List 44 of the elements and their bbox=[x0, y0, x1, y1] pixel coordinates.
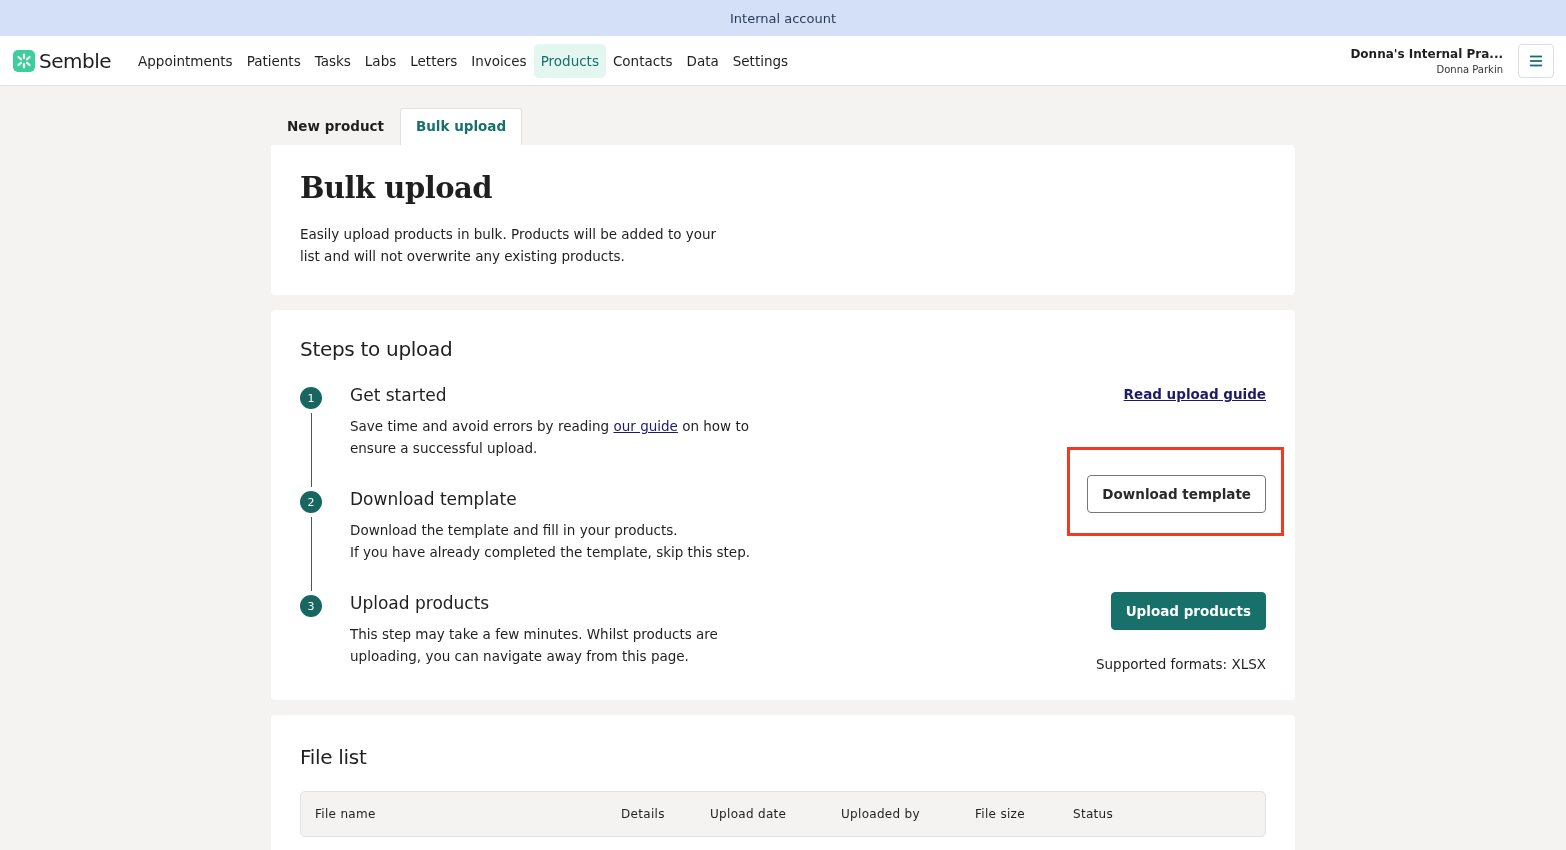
tab[interactable]: Bulk upload bbox=[399, 108, 523, 145]
column-header: Details bbox=[621, 807, 666, 821]
download-button[interactable]: Download template bbox=[1087, 475, 1266, 513]
guide-link[interactable]: our guide bbox=[613, 418, 678, 434]
menu-button[interactable] bbox=[1518, 43, 1554, 78]
nav-link[interactable]: Settings bbox=[725, 43, 796, 78]
step-number: 2 bbox=[300, 491, 322, 513]
nav-link[interactable]: Letters bbox=[403, 43, 465, 78]
brand-name: Semble bbox=[39, 48, 112, 73]
column-header: Uploaded by bbox=[841, 807, 921, 821]
nav-link[interactable]: Tasks bbox=[307, 43, 358, 78]
column-header: Upload date bbox=[710, 807, 788, 821]
banner-text: Internal account bbox=[730, 10, 836, 26]
tab[interactable]: New product bbox=[271, 108, 400, 145]
column-header: File name bbox=[315, 807, 377, 821]
guide-link[interactable]: Read upload guide bbox=[1123, 386, 1266, 402]
column-header: File size bbox=[975, 807, 1026, 821]
step-number: 1 bbox=[300, 387, 322, 409]
logo-icon bbox=[13, 49, 35, 72]
step-description: This step may take a few minutes. Whilst products are uploading, you can navigate away from this page. bbox=[350, 625, 719, 666]
section-title: File list bbox=[300, 745, 368, 769]
formats-note: Supported formats: XLSX bbox=[1095, 656, 1266, 672]
column-header: Status bbox=[1073, 807, 1115, 821]
step-description: Download the template and fill in your products. bbox=[350, 521, 679, 540]
page-title: Bulk upload bbox=[300, 171, 494, 205]
practice-name: Donna's Internal Pra... bbox=[1350, 46, 1503, 61]
section-title: Steps to upload bbox=[300, 337, 454, 361]
step-description: Save time and avoid errors by reading our guide on how to ensure a successful upload. bbox=[350, 417, 750, 458]
upload-button[interactable]: Upload products bbox=[1110, 592, 1266, 630]
step-title: Upload products bbox=[350, 593, 491, 613]
nav-link[interactable]: Products bbox=[533, 43, 606, 78]
nav-link[interactable]: Contacts bbox=[605, 43, 680, 78]
step-description: If you have already completed the template, skip this step. bbox=[350, 543, 751, 562]
step-number: 3 bbox=[300, 595, 322, 617]
user-name: Donna Parkin bbox=[1436, 63, 1503, 75]
nav-link[interactable]: Data bbox=[679, 43, 726, 78]
nav-link[interactable]: Patients bbox=[239, 43, 308, 78]
nav-link[interactable]: Appointments bbox=[131, 43, 240, 78]
nav-link[interactable]: Labs bbox=[357, 43, 404, 78]
nav-link[interactable]: Invoices bbox=[464, 43, 534, 78]
menu-icon bbox=[1529, 54, 1543, 67]
step-title: Get started bbox=[350, 385, 448, 405]
intro-text: Easily upload products in bulk. Products will be added to your list and will not overwrite any existing products. bbox=[300, 225, 718, 266]
step-title: Download template bbox=[350, 489, 518, 509]
